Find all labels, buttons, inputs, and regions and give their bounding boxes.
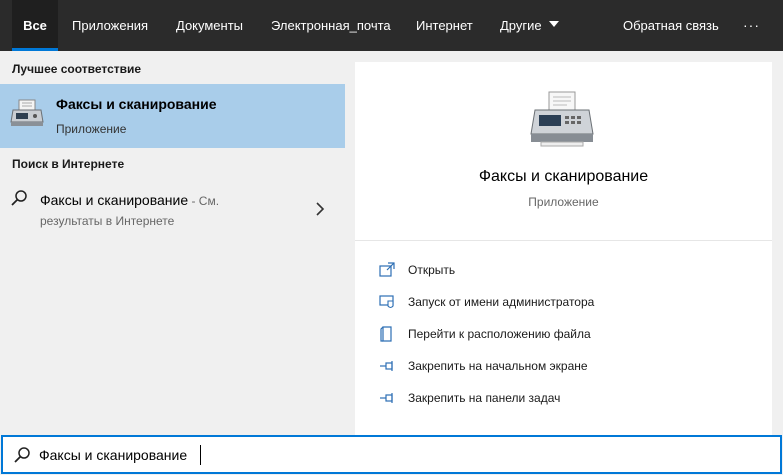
action-pin-to-start[interactable]: Закрепить на начальном экране xyxy=(355,352,772,380)
preview-type: Приложение xyxy=(528,195,599,209)
tab-email[interactable]: Электронная_почта xyxy=(271,0,391,51)
web-result-title: Факсы и сканирование - См. xyxy=(40,192,219,208)
search-scope-tabs: Все Приложения Документы Электронная_поч… xyxy=(0,0,783,51)
best-match-item[interactable]: Факсы и сканирование Приложение xyxy=(0,84,345,148)
search-icon xyxy=(14,447,30,463)
web-result-query: Факсы и сканирование xyxy=(40,192,189,208)
preview-title: Факсы и сканирование xyxy=(478,168,649,185)
action-run-as-admin-label: Запуск от имени администратора xyxy=(408,295,595,309)
action-run-as-admin[interactable]: Запуск от имени администратора xyxy=(355,288,772,316)
tab-internet[interactable]: Интернет xyxy=(416,0,473,51)
action-pin-to-start-label: Закрепить на начальном экране xyxy=(408,359,588,373)
web-result-subtitle: результаты в Интернете xyxy=(40,214,175,228)
preview-pane: Факсы и сканирование Приложение Открыть … xyxy=(355,62,772,435)
divider xyxy=(355,240,772,241)
best-match-type: Приложение xyxy=(56,122,127,136)
tab-all[interactable]: Все xyxy=(12,0,58,51)
action-pin-to-taskbar[interactable]: Закрепить на панели задач xyxy=(355,384,772,412)
feedback-button[interactable]: Обратная связь xyxy=(623,0,719,51)
chevron-down-icon[interactable] xyxy=(549,21,559,27)
web-search-heading: Поиск в Интернете xyxy=(12,157,125,171)
tab-more[interactable]: Другие xyxy=(500,0,542,51)
fax-scanner-icon xyxy=(530,91,594,147)
more-options-button[interactable]: ··· xyxy=(743,0,760,51)
action-open[interactable]: Открыть xyxy=(355,256,772,284)
action-open-label: Открыть xyxy=(408,263,456,277)
file-location-icon xyxy=(380,326,392,342)
pin-icon xyxy=(380,393,393,403)
results-list: Лучшее соответствие Факсы и сканирование… xyxy=(0,51,345,435)
chevron-right-icon[interactable] xyxy=(315,202,325,216)
action-open-file-location[interactable]: Перейти к расположению файла xyxy=(355,320,772,348)
action-pin-to-taskbar-label: Закрепить на панели задач xyxy=(408,391,561,405)
web-search-result[interactable]: Факсы и сканирование - См. результаты в … xyxy=(0,181,345,235)
text-cursor xyxy=(200,445,201,465)
action-open-file-location-label: Перейти к расположению файла xyxy=(408,327,591,341)
best-match-title: Факсы и сканирование xyxy=(56,96,217,112)
search-icon xyxy=(11,190,27,206)
open-icon xyxy=(379,262,395,277)
fax-scanner-icon xyxy=(10,99,44,126)
best-match-heading: Лучшее соответствие xyxy=(12,62,142,76)
pin-icon xyxy=(380,361,393,371)
shield-icon xyxy=(379,295,394,309)
search-box[interactable] xyxy=(1,435,782,474)
tab-apps[interactable]: Приложения xyxy=(72,0,148,51)
web-result-suffix: - См. xyxy=(188,194,220,208)
search-input[interactable] xyxy=(39,442,759,468)
tab-documents[interactable]: Документы xyxy=(176,0,243,51)
